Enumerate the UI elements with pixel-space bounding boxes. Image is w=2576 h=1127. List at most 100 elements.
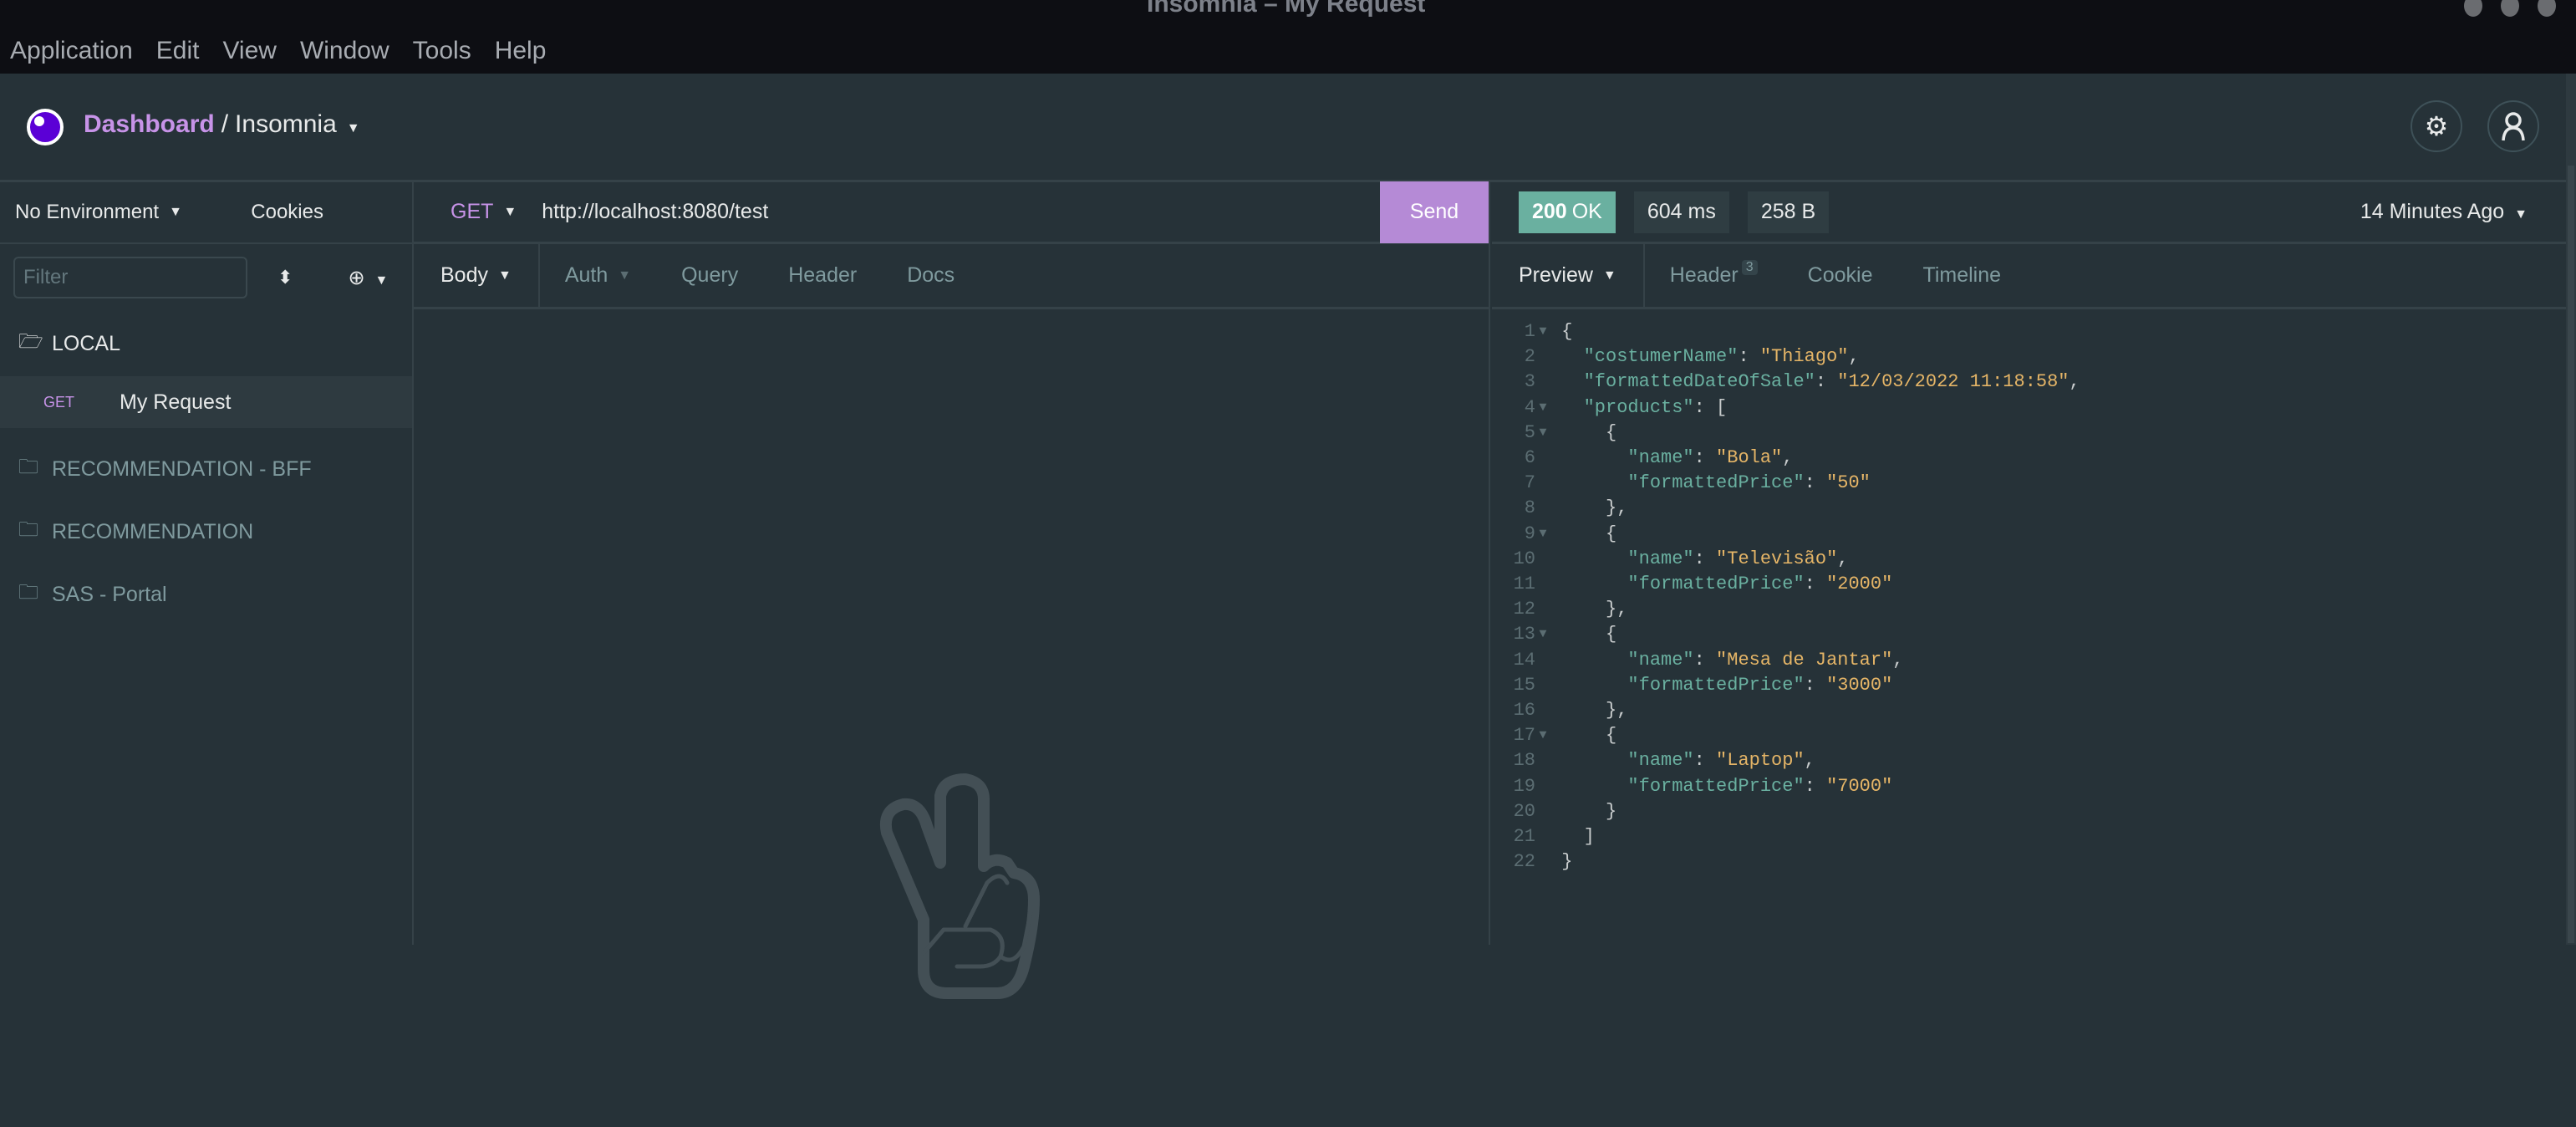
filter-input[interactable]	[13, 257, 247, 298]
plus-circle-icon: ⊕	[348, 266, 365, 289]
fold-gutter	[1535, 648, 1550, 673]
fold-toggle-icon[interactable]: ▼	[1535, 421, 1550, 446]
json-punctuation: ,	[1804, 750, 1815, 772]
json-punctuation: :	[1815, 371, 1838, 393]
chevron-down-icon: ▼	[374, 273, 389, 288]
json-string: "Thiago"	[1759, 346, 1849, 368]
folder-label: RECOMMENDATION - BFF	[52, 457, 312, 481]
fold-toggle-icon[interactable]: ▼	[1535, 395, 1550, 421]
header-count-badge: 3	[1741, 259, 1758, 275]
account-button[interactable]	[2487, 100, 2539, 152]
method-badge: GET	[43, 393, 75, 411]
scrollbar-thumb[interactable]	[2568, 166, 2574, 943]
fold-toggle-icon[interactable]: ▼	[1535, 522, 1550, 547]
json-key: "products"	[1583, 396, 1694, 418]
response-pane: 200 OK 604 ms 258 B 14 Minutes Ago ▼ Previ…	[1492, 182, 2566, 945]
maximize-button[interactable]	[2501, 0, 2519, 17]
tab-query[interactable]: Query	[656, 244, 763, 307]
sort-icon[interactable]: ⬍	[277, 267, 293, 288]
tab-header[interactable]: Header	[763, 244, 882, 307]
scrollbar[interactable]	[2566, 74, 2576, 945]
method-dropdown[interactable]: GET	[451, 200, 493, 224]
menu-application[interactable]: Application	[10, 37, 133, 65]
fold-toggle-icon[interactable]: ▼	[1535, 319, 1550, 344]
code-line: 15 "formattedPrice": "3000"	[1492, 673, 2566, 698]
json-punctuation: }	[1606, 800, 1617, 822]
tab-timeline[interactable]: Timeline	[1898, 244, 2027, 307]
request-label: My Request	[120, 390, 232, 414]
json-punctuation: ]	[1583, 826, 1595, 848]
tab-body[interactable]: Body ▼	[414, 244, 540, 307]
status-code: 200	[1532, 200, 1567, 223]
minimize-button[interactable]	[2464, 0, 2482, 17]
line-number: 6	[1524, 447, 1535, 469]
fold-gutter	[1535, 799, 1550, 824]
tab-docs[interactable]: Docs	[882, 244, 980, 307]
folder-recommendation[interactable]: 🗀 RECOMMENDATION	[0, 501, 412, 564]
request-pane: GET ▼ http://localhost:8080/test Send Bod…	[414, 181, 1490, 999]
send-button[interactable]: Send	[1380, 181, 1489, 243]
settings-button[interactable]: ⚙	[2411, 100, 2462, 152]
environment-dropdown[interactable]: No Environment	[15, 201, 159, 224]
json-punctuation: ,	[1837, 548, 1849, 569]
menu-tools[interactable]: Tools	[413, 37, 471, 65]
tab-auth[interactable]: Auth ▼	[540, 244, 656, 307]
request-my-request[interactable]: GET My Request	[0, 376, 412, 428]
json-punctuation: {	[1561, 321, 1573, 342]
cookies-button[interactable]: Cookies	[251, 201, 323, 224]
response-time: 604 ms	[1633, 191, 1729, 233]
code-line: 8 },	[1492, 496, 2566, 521]
workspace-dropdown[interactable]: Insomnia	[235, 110, 337, 138]
folder-sas-portal[interactable]: 🗀 SAS - Portal	[0, 564, 412, 626]
response-size: 258 B	[1747, 191, 1830, 233]
close-button[interactable]	[2538, 0, 2556, 17]
url-input[interactable]: http://localhost:8080/test	[542, 200, 1380, 224]
json-key: "formattedPrice"	[1627, 775, 1805, 797]
line-number: 19	[1513, 775, 1535, 797]
line-number: 1	[1524, 321, 1535, 342]
code-line: 12 },	[1492, 597, 2566, 622]
app-header	[0, 74, 2566, 182]
dashboard-link[interactable]: Dashboard	[84, 110, 215, 138]
fold-gutter	[1535, 748, 1550, 773]
menu-window[interactable]: Window	[300, 37, 389, 65]
status-text: OK	[1571, 200, 1602, 223]
menu-view[interactable]: View	[222, 37, 276, 65]
tab-label: Header	[1669, 263, 1739, 287]
fold-gutter	[1535, 849, 1550, 875]
json-string: "12/03/2022 11:18:58"	[1837, 371, 2069, 393]
history-dropdown[interactable]: 14 Minutes Ago ▼	[2360, 200, 2528, 224]
code-line: 20 }	[1492, 799, 2566, 824]
folder-local[interactable]: 🗁 LOCAL	[0, 311, 412, 376]
fold-gutter	[1535, 698, 1550, 723]
chevron-down-icon: ▼	[2514, 207, 2528, 222]
add-button[interactable]: ⊕ ▼	[348, 266, 388, 290]
history-label: 14 Minutes Ago	[2360, 200, 2505, 223]
tab-cookie[interactable]: Cookie	[1783, 244, 1898, 307]
folder-recommendation-bff[interactable]: 🗀 RECOMMENDATION - BFF	[0, 438, 412, 501]
menu-help[interactable]: Help	[495, 37, 547, 65]
chevron-down-icon[interactable]: ▼	[503, 205, 517, 220]
tab-preview[interactable]: Preview ▼	[1492, 244, 1645, 307]
folder-label: SAS - Portal	[52, 583, 167, 606]
folder-icon: 🗀	[18, 518, 38, 541]
insomnia-logo[interactable]	[27, 109, 64, 145]
response-body-viewer[interactable]: 1 ▼ {2 "costumerName": "Thiago", 3 "format…	[1492, 309, 2566, 875]
chevron-down-icon[interactable]: ▼	[347, 121, 360, 135]
chevron-down-icon[interactable]: ▼	[169, 205, 182, 220]
tab-response-header[interactable]: Header 3	[1645, 244, 1783, 307]
fold-toggle-icon[interactable]: ▼	[1535, 723, 1550, 748]
menu-edit[interactable]: Edit	[156, 37, 200, 65]
fold-toggle-icon[interactable]: ▼	[1535, 622, 1550, 647]
fold-gutter	[1535, 547, 1550, 572]
json-key: "name"	[1627, 548, 1694, 569]
